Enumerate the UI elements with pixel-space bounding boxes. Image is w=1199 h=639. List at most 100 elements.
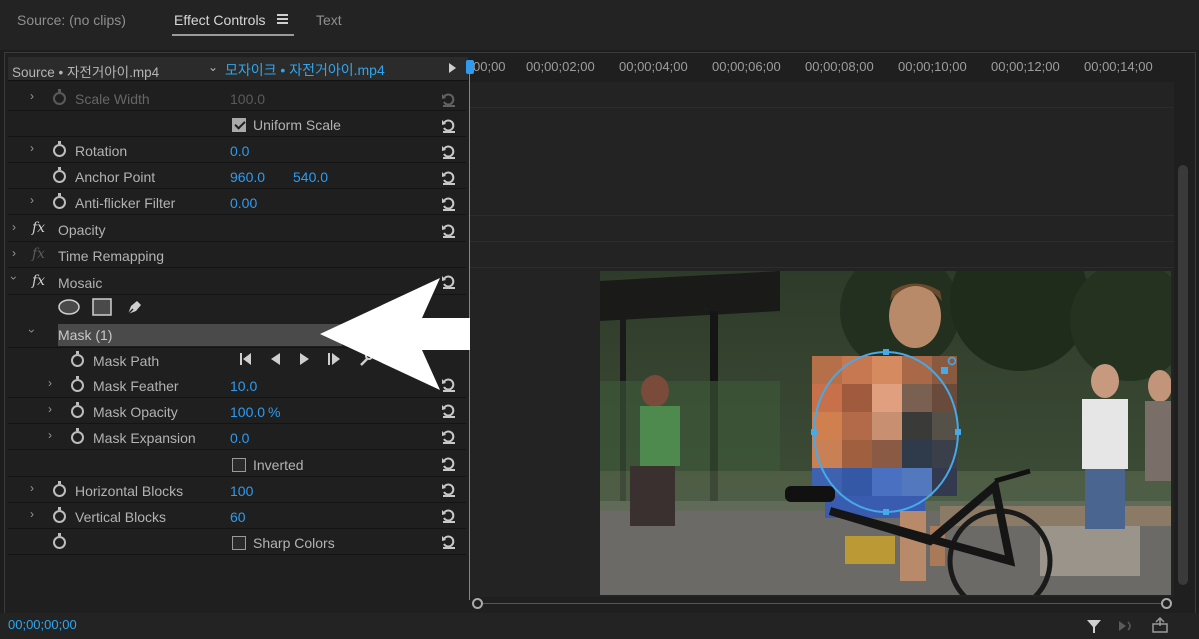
stopwatch-icon[interactable] — [71, 351, 84, 367]
checkbox-label: Uniform Scale — [253, 117, 341, 133]
track-backward-one-icon[interactable] — [238, 352, 254, 366]
expand-chevron-icon[interactable]: › — [30, 141, 34, 155]
collapse-chevron-icon[interactable]: › — [7, 276, 21, 280]
reset-icon[interactable] — [441, 222, 457, 238]
expand-chevron-icon[interactable]: › — [30, 89, 34, 103]
timeline-ruler[interactable]: 00;00 00;00;02;00 00;00;04;00 00;00;06;0… — [468, 57, 1174, 81]
play-audio-icon[interactable] — [1117, 618, 1135, 634]
property-label: Mask Feather — [93, 378, 179, 394]
stopwatch-icon[interactable] — [53, 481, 66, 497]
filter-icon[interactable] — [1086, 618, 1102, 634]
stopwatch-icon[interactable] — [53, 533, 66, 549]
sharp-colors-checkbox[interactable] — [232, 536, 246, 550]
expand-chevron-icon[interactable]: › — [48, 376, 52, 390]
property-label: Scale Width — [75, 91, 150, 107]
reset-icon[interactable] — [441, 481, 457, 497]
reset-icon[interactable] — [441, 428, 457, 444]
scroll-right-handle[interactable] — [1161, 598, 1172, 609]
collapse-chevron-icon[interactable]: › — [25, 329, 39, 333]
property-label: Horizontal Blocks — [75, 483, 184, 499]
property-value[interactable]: 60 — [230, 509, 246, 525]
expand-chevron-icon[interactable]: › — [48, 402, 52, 416]
fx-badge-icon[interactable]: fx — [32, 220, 45, 236]
ruler-tick: 00;00;14;00 — [1084, 59, 1153, 74]
anchor-y-value[interactable]: 540.0 — [293, 169, 328, 185]
current-timecode[interactable]: 00;00;00;00 — [8, 617, 77, 632]
property-row-anchor-point: Anchor Point 960.0 540.0 — [8, 163, 466, 189]
fx-badge-icon[interactable]: fx — [32, 273, 45, 289]
reset-icon[interactable] — [441, 143, 457, 159]
reset-icon[interactable] — [441, 195, 457, 211]
property-label: Anchor Point — [75, 169, 156, 185]
effect-label: Opacity — [58, 222, 106, 238]
tab-text[interactable]: Text — [316, 12, 342, 28]
effect-row-time-remapping[interactable]: › fx Time Remapping — [8, 242, 466, 268]
reset-icon[interactable] — [441, 117, 457, 133]
stopwatch-icon[interactable] — [53, 193, 66, 209]
checkbox-label: Sharp Colors — [253, 535, 335, 551]
reset-icon[interactable] — [441, 169, 457, 185]
expand-chevron-icon[interactable]: › — [30, 193, 34, 207]
effect-label: Mosaic — [58, 275, 103, 291]
ellipse-mask-icon[interactable] — [58, 299, 80, 315]
property-label: Mask Opacity — [93, 404, 178, 420]
expand-chevron-icon[interactable]: › — [12, 220, 16, 234]
expand-chevron-icon[interactable]: › — [30, 481, 34, 495]
track-forward-icon[interactable] — [298, 352, 312, 366]
stopwatch-icon[interactable] — [53, 89, 66, 105]
reset-icon[interactable] — [441, 533, 457, 549]
stopwatch-icon[interactable] — [71, 376, 84, 392]
horizontal-scrollbar[interactable] — [477, 603, 1167, 604]
effect-label: Time Remapping — [58, 248, 165, 264]
track-backward-icon[interactable] — [268, 352, 282, 366]
panel-menu-icon[interactable] — [277, 14, 288, 24]
uniform-scale-checkbox[interactable] — [232, 118, 246, 132]
property-value[interactable]: 10.0 — [230, 378, 257, 394]
chevron-down-icon[interactable]: ⌄ — [208, 60, 218, 74]
export-icon[interactable] — [1151, 616, 1169, 634]
expand-chevron-icon[interactable]: › — [30, 507, 34, 521]
property-row-uniform-scale: Uniform Scale — [8, 111, 466, 137]
play-icon[interactable] — [449, 63, 456, 73]
fx-badge-icon: fx — [32, 246, 46, 262]
effect-row-opacity[interactable]: › fx Opacity — [8, 216, 466, 242]
rectangle-mask-icon[interactable] — [92, 298, 112, 316]
sequence-clip-name[interactable]: 모자이크 • 자전거아이.mp4 — [225, 60, 385, 80]
expand-chevron-icon[interactable]: › — [12, 246, 16, 260]
anchor-x-value[interactable]: 960.0 — [230, 169, 265, 185]
property-value[interactable]: 100.0 — [230, 404, 265, 420]
reset-icon[interactable] — [441, 402, 457, 418]
pen-mask-icon[interactable] — [125, 297, 145, 317]
property-value[interactable]: 100 — [230, 483, 253, 499]
checkbox-label: Inverted — [253, 457, 304, 473]
reset-icon[interactable] — [441, 507, 457, 523]
reset-icon[interactable] — [441, 455, 457, 471]
scroll-left-handle[interactable] — [472, 598, 483, 609]
property-value[interactable]: 0.0 — [230, 430, 249, 446]
ruler-tick: 00;00 — [473, 59, 506, 74]
expand-chevron-icon[interactable]: › — [48, 428, 52, 442]
vertical-scrollbar[interactable] — [1178, 165, 1188, 585]
playhead-handle[interactable] — [466, 60, 474, 74]
stopwatch-icon[interactable] — [53, 167, 66, 183]
source-master-clip[interactable]: Source • 자전거아이.mp4 — [12, 61, 159, 81]
property-row-horizontal-blocks: › Horizontal Blocks 100 — [8, 477, 466, 503]
property-row-mask-opacity: › Mask Opacity 100.0 % — [8, 398, 466, 424]
stopwatch-icon[interactable] — [53, 507, 66, 523]
ruler-tick: 00;00;12;00 — [991, 59, 1060, 74]
property-row-mask-expansion: › Mask Expansion 0.0 — [8, 424, 466, 450]
property-value[interactable]: 100.0 — [230, 91, 265, 107]
inverted-checkbox[interactable] — [232, 458, 246, 472]
stopwatch-icon[interactable] — [71, 428, 84, 444]
panel-tab-bar: Source: (no clips) Effect Controls Text — [0, 0, 1199, 50]
video-preview-image — [600, 271, 1171, 595]
reset-icon[interactable] — [441, 91, 457, 107]
stopwatch-icon[interactable] — [71, 402, 84, 418]
property-value[interactable]: 0.0 — [230, 143, 249, 159]
stopwatch-icon[interactable] — [53, 141, 66, 157]
tab-effect-controls[interactable]: Effect Controls — [174, 12, 266, 28]
property-value[interactable]: 0.00 — [230, 195, 257, 211]
ruler-tick: 00;00;02;00 — [526, 59, 595, 74]
active-tab-underline — [172, 34, 294, 36]
tab-source[interactable]: Source: (no clips) — [17, 12, 126, 28]
